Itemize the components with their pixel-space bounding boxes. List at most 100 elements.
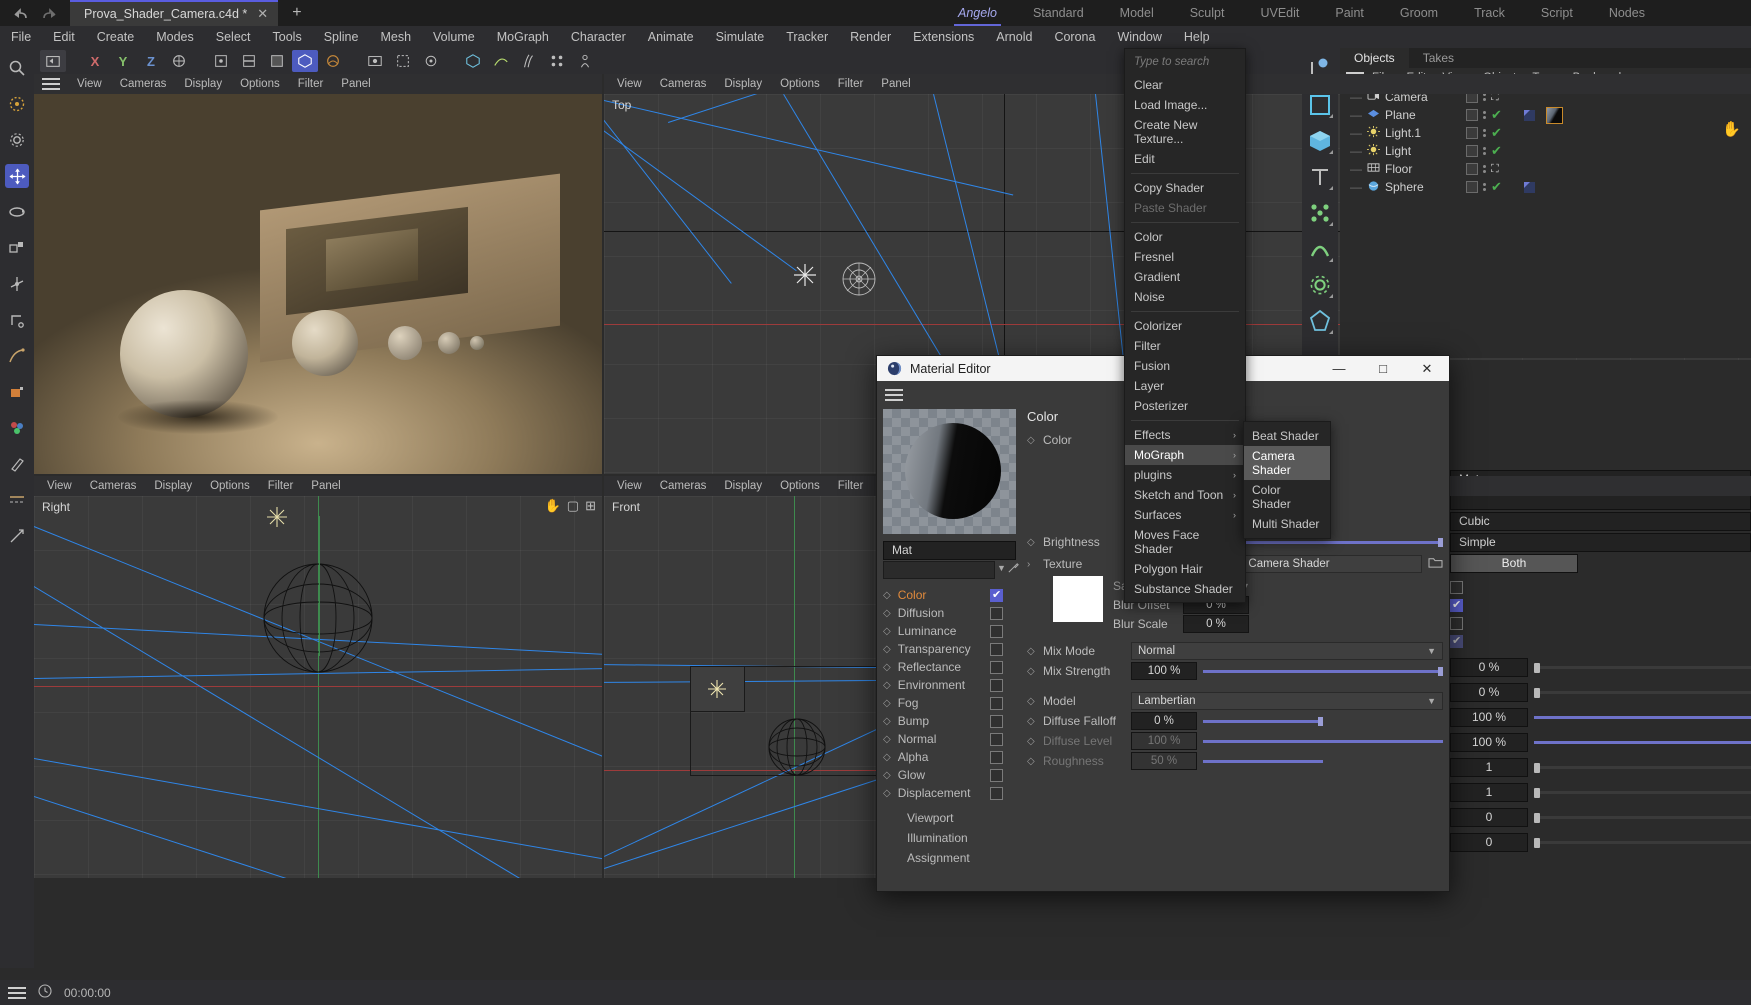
object-tag[interactable] (1523, 181, 1535, 193)
objects-tab-takes[interactable]: Takes (1409, 48, 1468, 68)
plane-primitive-icon[interactable] (1305, 90, 1335, 120)
keyframe-diamond-icon[interactable]: ◇ (883, 608, 891, 619)
viewport-menu-panel[interactable]: Panel (332, 74, 379, 94)
menu-corona[interactable]: Corona (1043, 26, 1106, 48)
menu-item-colorizer[interactable]: Colorizer (1125, 316, 1245, 336)
context-search-input[interactable]: Type to search (1125, 49, 1245, 75)
keyframe-diamond-icon[interactable]: ◇ (1027, 716, 1037, 727)
channel-checkbox[interactable] (990, 678, 1003, 692)
model-select[interactable]: Lambertian ▼ (1131, 692, 1443, 710)
viewport-menu-filter[interactable]: Filter (289, 74, 333, 94)
prop-diffuse-falloff-row[interactable]: ◇ Diffuse Falloff 0 % (1027, 711, 1443, 731)
attribute-checkbox[interactable] (1450, 598, 1463, 612)
menu-tracker[interactable]: Tracker (775, 26, 839, 48)
texture-mode-icon[interactable] (320, 50, 346, 72)
add-spline-icon[interactable] (488, 50, 514, 72)
model-mode-icon[interactable] (292, 50, 318, 72)
attribute-value-row[interactable]: 0 % (1450, 656, 1751, 679)
menu-select[interactable]: Select (205, 26, 262, 48)
channel-checkbox[interactable] (990, 786, 1003, 800)
axis-x-button[interactable]: X (82, 50, 108, 72)
prop-mix-mode-row[interactable]: ◇ Mix Mode Normal ▼ (1027, 641, 1443, 661)
grid-icon[interactable]: ⊞ (585, 498, 596, 514)
viewport-menu-cameras[interactable]: Cameras (651, 476, 716, 496)
close-icon[interactable]: ✕ (1405, 356, 1449, 381)
array-icon[interactable] (1305, 198, 1335, 228)
attribute-value-row[interactable]: 100 % (1450, 731, 1751, 754)
material-extra-sections[interactable]: Viewport Illumination Assignment (883, 808, 1013, 868)
attribute-checkbox[interactable] (1450, 581, 1463, 594)
menu-item-gradient[interactable]: Gradient (1125, 267, 1245, 287)
prop-blur-scale-row[interactable]: Blur Scale 0 % (1113, 614, 1443, 633)
live-selection-icon[interactable] (5, 92, 29, 116)
menu-item-sketch-and-toon[interactable]: Sketch and Toon › (1125, 485, 1245, 505)
channel-row-environment[interactable]: ◇ Environment (883, 676, 1003, 694)
submenu-item-multi-shader[interactable]: Multi Shader (1244, 514, 1330, 534)
layout-tab-groom[interactable]: Groom (1382, 0, 1456, 26)
attribute-slider[interactable] (1534, 838, 1751, 848)
diffuse-falloff-field[interactable]: 0 % (1131, 712, 1197, 730)
channel-checkbox[interactable] (990, 588, 1003, 602)
world-axis-icon[interactable] (5, 272, 29, 296)
mograph-submenu[interactable]: Beat Shader Camera Shader Color Shader Mult… (1243, 421, 1331, 539)
brush-icon[interactable] (5, 452, 29, 476)
close-icon[interactable]: ✕ (257, 6, 268, 22)
keyframe-diamond-icon[interactable]: ◇ (1027, 646, 1037, 657)
menu-simulate[interactable]: Simulate (705, 26, 776, 48)
submenu-item-camera-shader[interactable]: Camera Shader (1244, 446, 1330, 480)
menu-edit[interactable]: Edit (42, 26, 86, 48)
deformer-icon[interactable] (1305, 234, 1335, 264)
channel-checkbox[interactable] (990, 624, 1003, 638)
object-row[interactable]: — Sphere ✔ (1340, 178, 1751, 196)
keyframe-diamond-icon[interactable]: ◇ (1027, 435, 1037, 446)
viewport-right[interactable]: View Cameras Display Options Filter Panel (34, 476, 602, 878)
folder-icon[interactable] (1428, 556, 1443, 572)
add-cube-icon[interactable] (460, 50, 486, 72)
enabled-check-icon[interactable]: ✔ (1491, 107, 1502, 123)
menu-item-fresnel[interactable]: Fresnel (1125, 247, 1245, 267)
channel-row-color[interactable]: ◇ Color (883, 586, 1003, 604)
eyedropper-icon[interactable] (1007, 561, 1020, 577)
object-tree[interactable]: — Camera ⛶ — Plane ✔ — Light.1 ✔ — Light ✔ — Floor ⛶ — S… (1340, 88, 1751, 196)
channel-row-fog[interactable]: ◇ Fog (883, 694, 1003, 712)
channel-checkbox[interactable] (990, 750, 1003, 764)
material-name-input[interactable]: Mat (883, 541, 1016, 560)
hand-icon[interactable]: ✋ (545, 498, 561, 514)
visibility-dots[interactable] (1483, 93, 1486, 101)
channel-row-transparency[interactable]: ◇ Transparency (883, 640, 1003, 658)
expand-arrow-icon[interactable]: › (1027, 559, 1037, 570)
minimize-icon[interactable]: ― (1317, 356, 1361, 381)
color-picker-icon[interactable] (5, 416, 29, 440)
keyframe-diamond-icon[interactable]: ◇ (883, 644, 891, 655)
section-viewport[interactable]: Viewport (883, 808, 1013, 828)
channel-checkbox[interactable] (990, 714, 1003, 728)
viewport-menu-view[interactable]: View (608, 476, 651, 496)
visibility-dots[interactable] (1483, 147, 1486, 155)
visibility-dots[interactable] (1483, 165, 1486, 173)
menu-extensions[interactable]: Extensions (902, 26, 985, 48)
keyframe-diamond-icon[interactable]: ◇ (883, 698, 891, 709)
viewport-perspective[interactable]: View Cameras Display Options Filter Panel (34, 74, 602, 474)
channel-row-bump[interactable]: ◇ Bump (883, 712, 1003, 730)
attribute-value-row[interactable]: 100 % (1450, 706, 1751, 729)
projection-field[interactable]: Cubic (1450, 512, 1751, 531)
viewport-menu-options[interactable]: Options (201, 476, 259, 496)
enabled-check-icon[interactable]: ✔ (1491, 125, 1502, 141)
menu-item-posterizer[interactable]: Posterizer (1125, 396, 1245, 416)
viewport-menu-display[interactable]: Display (715, 476, 771, 496)
submenu-item-beat-shader[interactable]: Beat Shader (1244, 426, 1330, 446)
channel-row-alpha[interactable]: ◇ Alpha (883, 748, 1003, 766)
menu-create[interactable]: Create (86, 26, 146, 48)
attribute-values[interactable]: 0 % 0 % 100 % 100 % 1 1 0 0 (1450, 656, 1751, 854)
attribute-slider[interactable] (1534, 663, 1751, 673)
attribute-value-field[interactable]: 0 % (1450, 658, 1528, 677)
menu-help[interactable]: Help (1173, 26, 1221, 48)
menu-item-surfaces[interactable]: Surfaces › (1125, 505, 1245, 525)
keyframe-diamond-icon[interactable]: ◇ (1027, 666, 1037, 677)
keyframe-diamond-icon[interactable]: ◇ (883, 662, 891, 673)
redo-icon[interactable] (40, 6, 58, 22)
keyframe-diamond-icon[interactable]: ◇ (883, 680, 891, 691)
menu-item-load-image[interactable]: Load Image... (1125, 95, 1245, 115)
menu-item-moves-face-shader[interactable]: Moves Face Shader (1125, 525, 1245, 559)
enabled-check-icon[interactable]: ✔ (1491, 179, 1502, 195)
